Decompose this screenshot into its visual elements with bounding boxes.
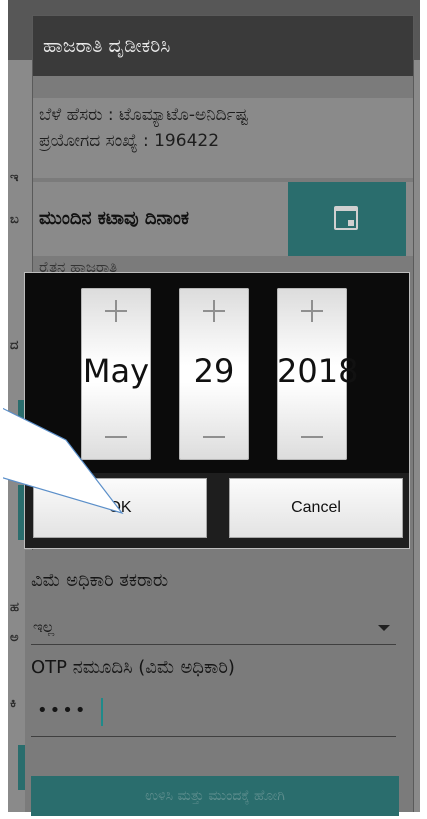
minus-icon (203, 436, 225, 438)
cancel-button[interactable]: Cancel (229, 478, 403, 538)
lower-form: ವಿಮೆ ಅಧಿಕಾರಿ ತಕರಾರು ಇಲ್ಲ OTP ನಮೂದಿಸಿ (ವಿ… (25, 550, 405, 816)
plus-icon (301, 300, 323, 322)
year-value: 2018 (277, 352, 359, 390)
partial-text: ಅ (10, 630, 19, 645)
day-increment-button[interactable] (179, 290, 249, 332)
date-spinners: May 29 2018 (25, 273, 409, 473)
month-spinner[interactable]: May (81, 288, 151, 460)
text-cursor (101, 698, 103, 726)
otp-label: OTP ನಮೂದಿಸಿ (ವಿಮೆ ಅಧಿಕಾರಿ) (31, 657, 235, 678)
calendar-button[interactable] (288, 182, 406, 256)
partial-text: ದ (10, 338, 19, 353)
day-spinner[interactable]: 29 (179, 288, 249, 460)
year-decrement-button[interactable] (277, 416, 347, 458)
ok-button[interactable]: OK (33, 478, 207, 538)
complaint-select[interactable]: ಇಲ್ಲ (31, 610, 396, 645)
day-decrement-button[interactable] (179, 416, 249, 458)
dropdown-caret-icon (378, 625, 390, 631)
month-decrement-button[interactable] (81, 416, 151, 458)
save-and-next-button[interactable]: ಉಳಿಸಿ ಮತ್ತು ಮುಂದಕ್ಕೆ ಹೋಗಿ (31, 776, 399, 816)
partial-text: ಹ (10, 600, 20, 615)
experiment-number: ಪ್ರಯೋಗದ ಸಂಖ್ಯೆ : 196422 (39, 131, 220, 151)
plus-icon (203, 300, 225, 322)
month-value: May (82, 352, 150, 390)
complaint-selected-value: ಇಲ್ಲ (33, 618, 55, 636)
crop-info: ಬೆಳೆ ಹೆಸರು : ಟೊಮ್ಯಾಟೊ-ಅನಿರ್ದಿಷ್ಟ ಪ್ರಯೋಗದ… (33, 98, 413, 178)
dialog-title: ಹಾಜರಾತಿ ದೃಡೀಕರಿಸಿ (33, 16, 413, 76)
insurance-officer-complaint-label: ವಿಮೆ ಅಧಿಕಾರಿ ತಕರಾರು (31, 570, 169, 591)
partial-text: ಬ (10, 212, 19, 227)
otp-input[interactable]: •••• (31, 690, 396, 737)
date-picker-dialog: May 29 2018 OK Cancel (24, 272, 410, 549)
plus-icon (105, 300, 127, 322)
year-increment-button[interactable] (277, 290, 347, 332)
day-value: 29 (193, 352, 235, 390)
callout-edge (0, 400, 3, 485)
next-harvest-label: ಮುಂದಿನ ಕಟಾವು ದಿನಾಂಕ (39, 208, 189, 229)
partial-text: ಇ (10, 170, 19, 185)
picker-buttons: OK Cancel (25, 478, 409, 544)
month-increment-button[interactable] (81, 290, 151, 332)
partial-text: ಕಿ (10, 696, 17, 711)
minus-icon (301, 436, 323, 438)
next-harvest-row: ಮುಂದಿನ ಕಟಾವು ದಿನಾಂಕ (33, 182, 413, 256)
year-spinner[interactable]: 2018 (277, 288, 359, 460)
otp-masked-value: •••• (37, 700, 88, 721)
calendar-icon (334, 206, 358, 230)
crop-name: ಬೆಳೆ ಹೆಸರು : ಟೊಮ್ಯಾಟೊ-ಅನಿರ್ದಿಷ್ಟ (39, 105, 249, 125)
minus-icon (105, 436, 127, 438)
